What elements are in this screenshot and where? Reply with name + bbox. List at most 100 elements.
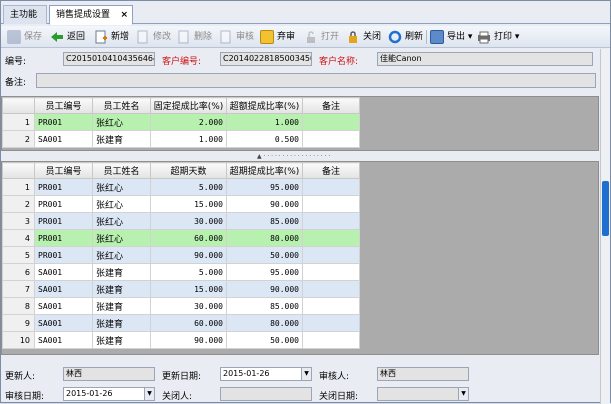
employee-code-cell[interactable]: PR001	[34, 246, 93, 264]
close-button[interactable]: 关闭	[346, 29, 381, 45]
fixed-rate-cell[interactable]: 1.000	[150, 130, 227, 148]
chevron-down-icon[interactable]: ▼	[458, 388, 468, 400]
table-row[interactable]: 10 SA001 张建育 90.000 50.000	[2, 331, 360, 349]
customer-code-field[interactable]: C20140228185003450	[220, 52, 312, 66]
employee-name-cell[interactable]: 张建育	[92, 280, 151, 298]
chevron-down-icon[interactable]: ▼	[301, 368, 311, 380]
employee-name-cell[interactable]: 张建育	[92, 263, 151, 281]
remark-cell[interactable]	[302, 331, 360, 349]
splitter-handle-icon[interactable]: ▲ · · · · · · · · · · · · · · · · · ·	[257, 153, 330, 160]
employee-code-cell[interactable]: PR001	[34, 195, 93, 213]
remark-cell[interactable]	[302, 229, 360, 247]
table-row[interactable]: 7 SA001 张建育 15.000 90.000	[2, 280, 360, 298]
scrollbar-thumb[interactable]	[602, 181, 609, 236]
overdue-days-cell[interactable]: 15.000	[150, 280, 227, 298]
overdue-rate-cell[interactable]: 50.000	[226, 246, 303, 264]
employee-name-cell[interactable]: 张建育	[92, 314, 151, 332]
employee-code-cell[interactable]: SA001	[34, 280, 93, 298]
overdue-days-cell[interactable]: 60.000	[150, 314, 227, 332]
vertical-scrollbar[interactable]	[600, 49, 610, 404]
table-row[interactable]: 2 SA001 张建育 1.000 0.500	[2, 130, 360, 148]
grid1-col-header[interactable]: 员工姓名	[92, 97, 151, 114]
remark-cell[interactable]	[302, 297, 360, 315]
export-button[interactable]: 导出 ▾	[430, 29, 472, 45]
tab-sales-commission[interactable]: 销售提成设置 ×	[49, 5, 133, 25]
overdue-days-cell[interactable]: 90.000	[150, 331, 227, 349]
fixed-rate-cell[interactable]: 2.000	[150, 113, 227, 131]
grid2-col-header[interactable]: 超期天数	[150, 162, 227, 179]
overdue-days-cell[interactable]: 60.000	[150, 229, 227, 247]
table-row[interactable]: 2 PR001 张红心 15.000 90.000	[2, 195, 360, 213]
employee-name-cell[interactable]: 张红心	[92, 178, 151, 196]
table-row[interactable]: 6 SA001 张建育 5.000 95.000	[2, 263, 360, 281]
remark-cell[interactable]	[302, 246, 360, 264]
tab-main[interactable]: 主功能	[3, 5, 47, 24]
customer-name-field[interactable]: 佳能Canon	[377, 52, 593, 66]
employee-code-cell[interactable]: PR001	[34, 113, 93, 131]
employee-name-cell[interactable]: 张建育	[92, 130, 151, 148]
chevron-down-icon[interactable]: ▼	[144, 388, 154, 400]
remark-cell[interactable]	[302, 113, 360, 131]
overdue-days-cell[interactable]: 5.000	[150, 263, 227, 281]
employee-name-cell[interactable]: 张红心	[92, 212, 151, 230]
grid2-col-header[interactable]: 员工姓名	[92, 162, 151, 179]
employee-code-cell[interactable]: SA001	[34, 263, 93, 281]
employee-code-cell[interactable]: PR001	[34, 212, 93, 230]
employee-code-cell[interactable]: SA001	[34, 130, 93, 148]
refresh-button[interactable]: 刷新	[388, 29, 423, 45]
overdue-days-cell[interactable]: 30.000	[150, 212, 227, 230]
grid1-col-header[interactable]: 固定提成比率(%)	[150, 97, 227, 114]
overdue-rate-cell[interactable]: 95.000	[226, 178, 303, 196]
overdue-rate-cell[interactable]: 80.000	[226, 229, 303, 247]
employee-name-cell[interactable]: 张红心	[92, 229, 151, 247]
update-date-picker[interactable]: 2015-01-26 ▼	[220, 367, 312, 381]
remark-field[interactable]	[36, 73, 596, 88]
delete-button[interactable]: 删除	[177, 29, 212, 45]
unaudit-button[interactable]: 弃审	[260, 29, 295, 45]
overdue-rate-cell[interactable]: 85.000	[226, 212, 303, 230]
table-row[interactable]: 5 PR001 张红心 90.000 50.000	[2, 246, 360, 264]
overdue-days-cell[interactable]: 15.000	[150, 195, 227, 213]
employee-name-cell[interactable]: 张红心	[92, 113, 151, 131]
overdue-rate-cell[interactable]: 80.000	[226, 314, 303, 332]
overdue-rate-cell[interactable]: 85.000	[226, 297, 303, 315]
table-row[interactable]: 9 SA001 张建育 60.000 80.000	[2, 314, 360, 332]
remark-cell[interactable]	[302, 263, 360, 281]
table-row[interactable]: 3 PR001 张红心 30.000 85.000	[2, 212, 360, 230]
table-row[interactable]: 1 PR001 张红心 5.000 95.000	[2, 178, 360, 196]
grid2-col-header[interactable]: 备注	[302, 162, 360, 179]
remark-cell[interactable]	[302, 314, 360, 332]
table-row[interactable]: 4 PR001 张红心 60.000 80.000	[2, 229, 360, 247]
print-button[interactable]: 打印 ▾	[477, 29, 519, 45]
employee-code-cell[interactable]: SA001	[34, 314, 93, 332]
overdue-rate-cell[interactable]: 90.000	[226, 280, 303, 298]
remark-cell[interactable]	[302, 280, 360, 298]
overdue-rate-cell[interactable]: 95.000	[226, 263, 303, 281]
grid1-col-header[interactable]: 超额提成比率(%)	[226, 97, 303, 114]
overdue-days-cell[interactable]: 30.000	[150, 297, 227, 315]
overdue-rate-cell[interactable]: 90.000	[226, 195, 303, 213]
open-button[interactable]: 打开	[304, 29, 339, 45]
employee-code-cell[interactable]: PR001	[34, 229, 93, 247]
save-button[interactable]: 保存	[7, 29, 42, 45]
edit-button[interactable]: 修改	[136, 29, 171, 45]
remark-cell[interactable]	[302, 212, 360, 230]
employee-name-cell[interactable]: 张红心	[92, 195, 151, 213]
table-row[interactable]: 1 PR001 张红心 2.000 1.000	[2, 113, 360, 131]
employee-name-cell[interactable]: 张建育	[92, 331, 151, 349]
grid1-col-header[interactable]: 员工编号	[34, 97, 93, 114]
close-date-picker[interactable]: ▼	[377, 387, 469, 401]
grid2-col-header[interactable]: 超期提成比率(%)	[226, 162, 303, 179]
remark-cell[interactable]	[302, 130, 360, 148]
add-button[interactable]: 新增	[94, 29, 129, 45]
employee-code-cell[interactable]: SA001	[34, 297, 93, 315]
grid1-col-header[interactable]: 备注	[302, 97, 360, 114]
audit-button[interactable]: 审核	[219, 29, 254, 45]
grid2-col-header[interactable]: 员工编号	[34, 162, 93, 179]
employee-name-cell[interactable]: 张建育	[92, 297, 151, 315]
extra-rate-cell[interactable]: 0.500	[226, 130, 303, 148]
overdue-days-cell[interactable]: 90.000	[150, 246, 227, 264]
table-row[interactable]: 8 SA001 张建育 30.000 85.000	[2, 297, 360, 315]
back-button[interactable]: 返回	[50, 29, 85, 45]
overdue-days-cell[interactable]: 5.000	[150, 178, 227, 196]
